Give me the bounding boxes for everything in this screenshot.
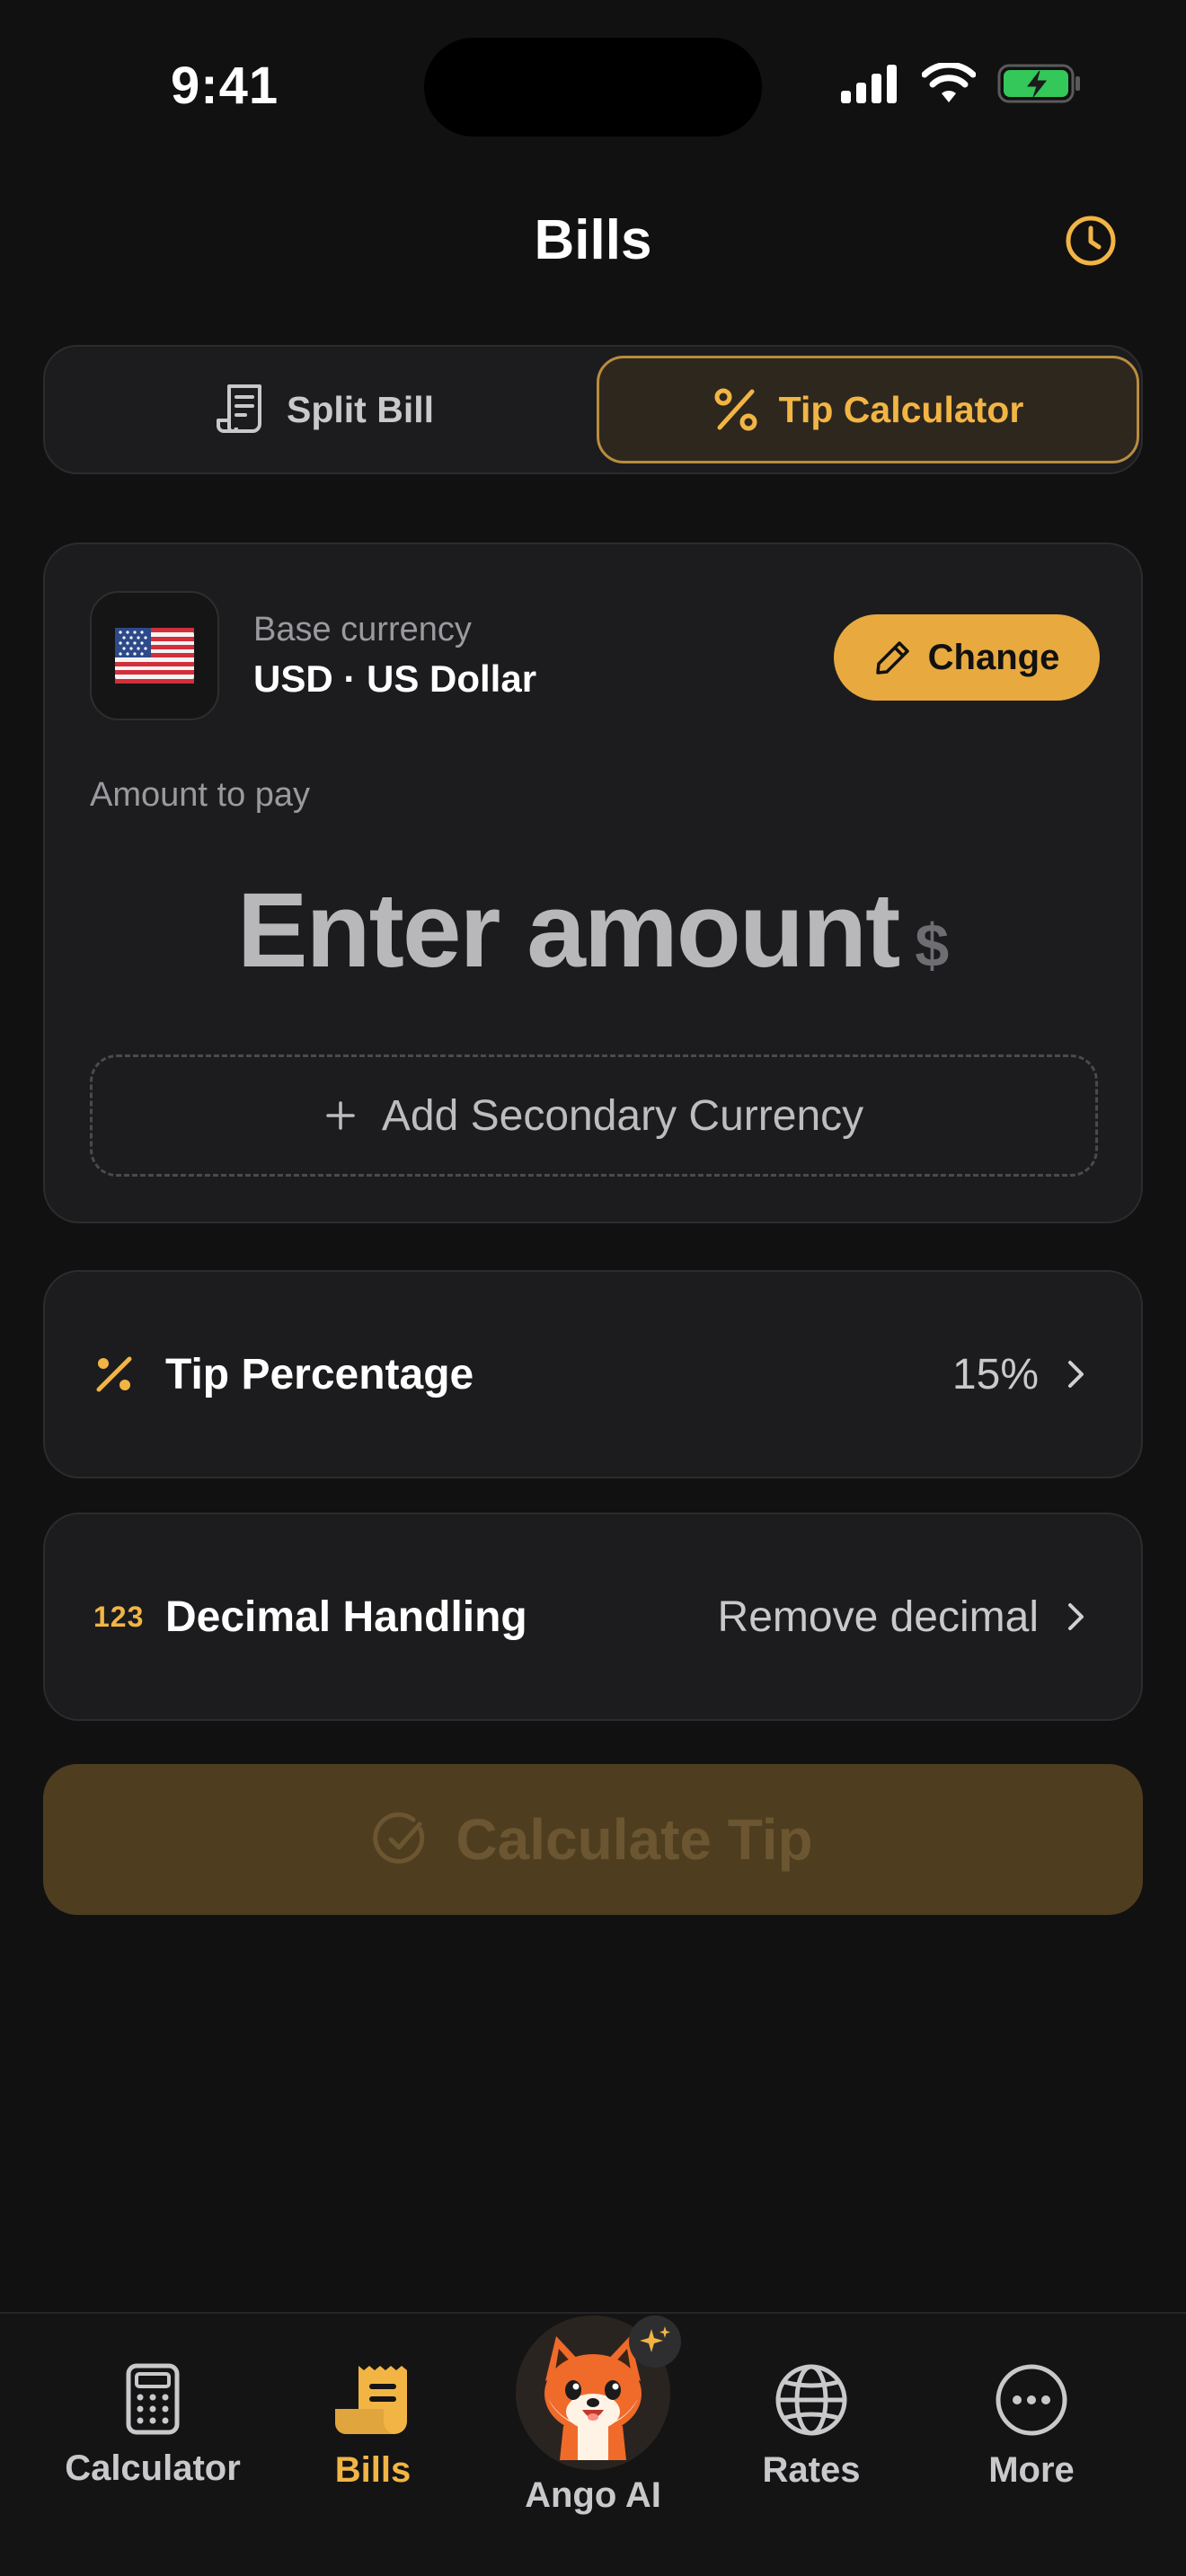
bottom-tab-bar: Calculator Bills Ango AI Rates More	[0, 2312, 1186, 2576]
history-button[interactable]	[1064, 214, 1118, 268]
clock-icon	[1066, 216, 1116, 266]
sparkle-badge	[629, 2316, 681, 2368]
change-currency-button[interactable]: Change	[834, 614, 1100, 701]
page-title: Bills	[534, 209, 652, 271]
calculator-icon	[126, 2363, 180, 2435]
add-secondary-label: Add Secondary Currency	[381, 1091, 864, 1140]
tab-split-bill[interactable]: Split Bill	[54, 356, 597, 463]
add-secondary-currency-button[interactable]: Add Secondary Currency	[90, 1054, 1098, 1177]
currency-flag[interactable]	[90, 591, 219, 720]
currency-card: Base currency USD · US Dollar Change Amo…	[43, 543, 1143, 1223]
mode-segmented-control: Split Bill Tip Calculator	[43, 345, 1143, 474]
amount-label: Amount to pay	[90, 776, 311, 814]
tab-ango-ai-label: Ango AI	[525, 2475, 661, 2515]
bills-screen: 9:41 Bills Split Bill Tip Calculator Bas…	[0, 0, 1186, 2576]
tab-split-bill-label: Split Bill	[287, 388, 434, 430]
numbers-123-icon: 123	[93, 1601, 146, 1634]
numbers-icon-text: 123	[93, 1600, 145, 1633]
percent-icon	[93, 1354, 146, 1395]
sparkle-icon	[640, 2326, 670, 2352]
tip-percentage-row[interactable]: Tip Percentage 15%	[43, 1270, 1143, 1478]
tab-ango-ai[interactable]: Ango AI	[485, 2316, 701, 2516]
tab-more[interactable]: More	[924, 2362, 1139, 2491]
check-circle-icon	[373, 1812, 425, 1864]
currency-symbol: $	[915, 912, 950, 980]
receipt-outline-icon	[217, 384, 261, 433]
dynamic-island	[424, 38, 762, 137]
decimal-handling-value: Remove decimal	[717, 1592, 1039, 1641]
percent-icon	[714, 388, 757, 431]
tab-bills-label: Bills	[334, 2450, 412, 2490]
tip-percentage-value: 15%	[951, 1350, 1039, 1398]
change-button-label: Change	[927, 637, 1060, 677]
calculate-tip-label: Calculate Tip	[456, 1807, 813, 1872]
tab-tip-calculator[interactable]: Tip Calculator	[597, 356, 1139, 463]
tip-percentage-label: Tip Percentage	[165, 1350, 474, 1398]
cellular-signal-icon	[841, 65, 897, 103]
chevron-right-icon	[1066, 1601, 1087, 1633]
pencil-icon	[875, 641, 909, 675]
calculate-tip-button[interactable]: Calculate Tip	[43, 1764, 1143, 1915]
tab-bills[interactable]: Bills	[265, 2362, 481, 2491]
base-currency-label: Base currency	[253, 611, 472, 648]
amount-placeholder: Enter amount	[236, 871, 900, 990]
tab-more-label: More	[988, 2450, 1075, 2490]
more-icon	[996, 2364, 1067, 2436]
decimal-handling-label: Decimal Handling	[165, 1592, 527, 1641]
us-flag-icon	[115, 628, 194, 684]
fox-avatar-icon	[516, 2316, 681, 2470]
tab-calculator[interactable]: Calculator	[45, 2362, 261, 2489]
status-icons	[839, 63, 1082, 104]
chevron-right-icon	[1066, 1358, 1087, 1390]
wifi-icon	[922, 63, 976, 102]
battery-charging-icon	[997, 64, 1080, 103]
tab-tip-calculator-label: Tip Calculator	[778, 388, 1024, 430]
decimal-handling-row[interactable]: 123 Decimal Handling Remove decimal	[43, 1513, 1143, 1721]
status-time: 9:41	[171, 57, 279, 115]
amount-input[interactable]: Enter amount $	[45, 869, 1141, 992]
tab-calculator-label: Calculator	[65, 2448, 241, 2488]
tab-rates[interactable]: Rates	[704, 2362, 919, 2491]
base-currency-value: USD · US Dollar	[253, 657, 537, 700]
plus-icon	[326, 1101, 355, 1130]
receipt-icon	[335, 2366, 407, 2434]
globe-icon	[775, 2364, 847, 2436]
tab-rates-label: Rates	[762, 2450, 861, 2490]
